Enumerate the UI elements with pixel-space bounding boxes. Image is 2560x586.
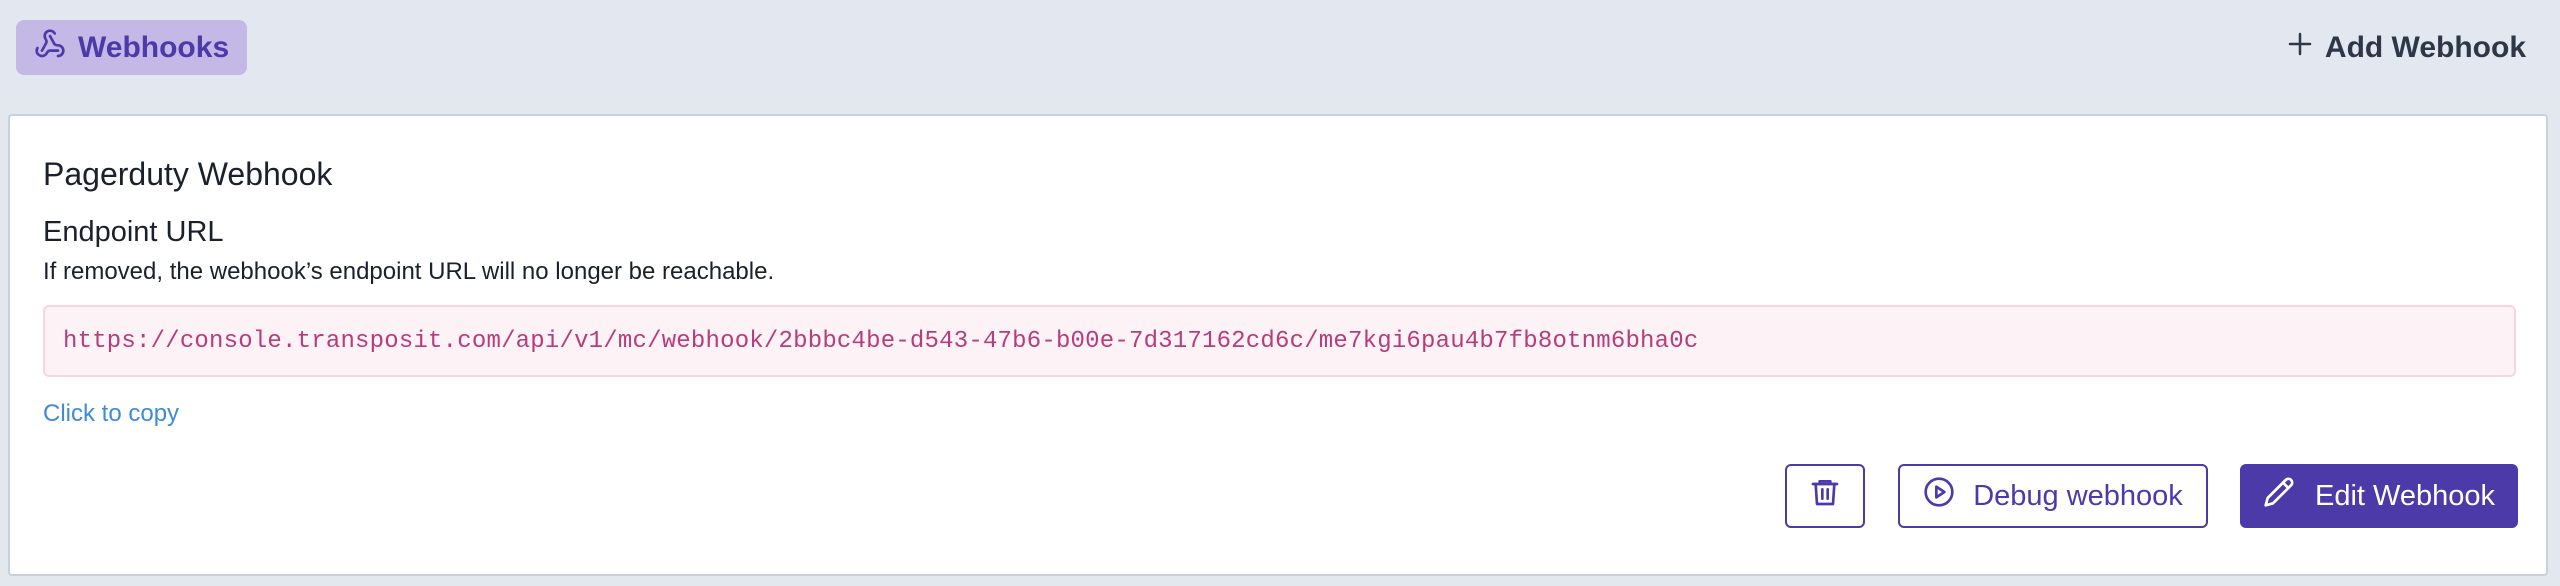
webhook-name: Pagerduty Webhook xyxy=(43,156,333,192)
add-webhook-button[interactable]: Add Webhook xyxy=(2285,24,2526,72)
delete-webhook-button[interactable] xyxy=(1785,464,1865,528)
endpoint-url-title: Endpoint URL xyxy=(43,216,224,248)
debug-webhook-label: Debug webhook xyxy=(1973,479,2183,512)
trash-icon xyxy=(1809,476,1841,516)
pencil-icon xyxy=(2263,476,2295,516)
plus-icon xyxy=(2285,29,2315,67)
webhook-icon xyxy=(34,28,66,68)
endpoint-url-value[interactable]: https://console.transposit.com/api/v1/mc… xyxy=(63,328,1698,355)
webhooks-tab[interactable]: Webhooks xyxy=(16,20,248,75)
endpoint-url-description: If removed, the webhook’s endpoint URL w… xyxy=(43,258,775,285)
add-webhook-label: Add Webhook xyxy=(2324,31,2526,64)
edit-webhook-label: Edit Webhook xyxy=(2314,479,2496,512)
edit-webhook-button[interactable]: Edit Webhook xyxy=(2240,464,2518,528)
endpoint-url-box[interactable]: https://console.transposit.com/api/v1/mc… xyxy=(43,305,2516,377)
webhooks-tab-label: Webhooks xyxy=(78,30,230,64)
play-circle-icon xyxy=(1923,476,1955,516)
webhook-card: Pagerduty Webhook Endpoint URL If remove… xyxy=(8,114,2548,576)
top-bar: Webhooks Add Webhook xyxy=(0,0,2560,97)
debug-webhook-button[interactable]: Debug webhook xyxy=(1898,464,2208,528)
copy-url-link[interactable]: Click to copy xyxy=(43,400,179,428)
